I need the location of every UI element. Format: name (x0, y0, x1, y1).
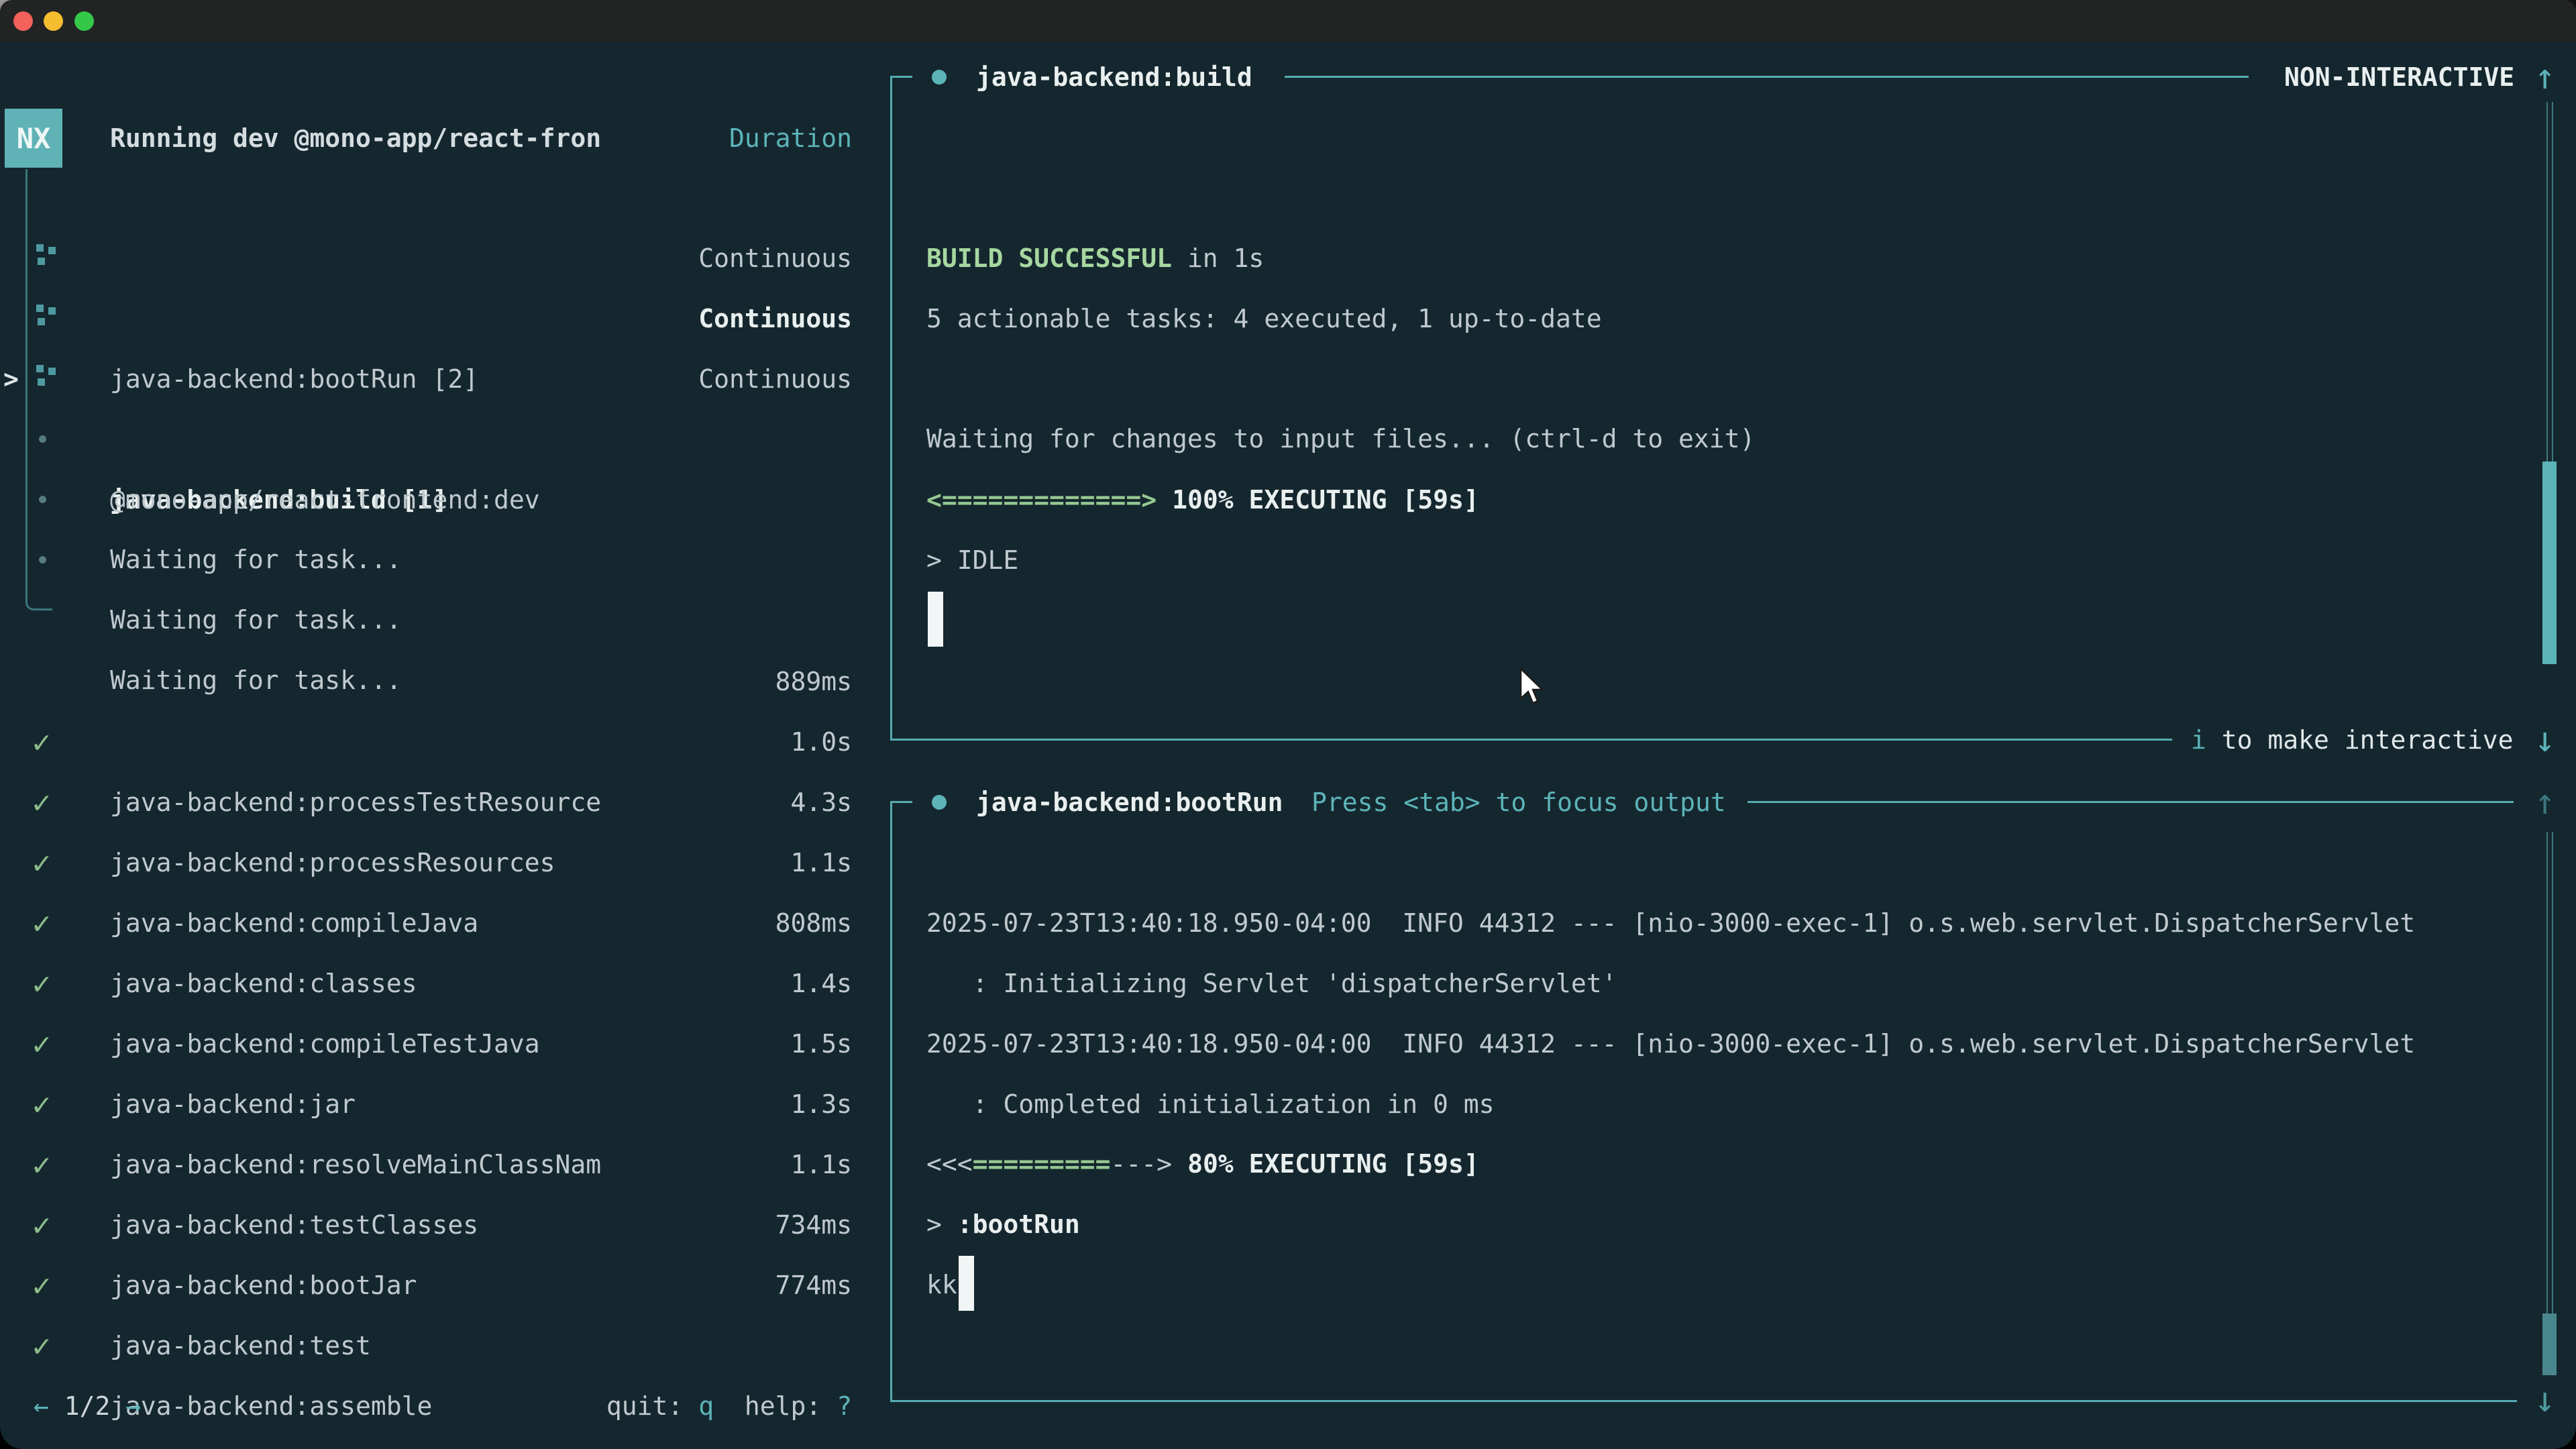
panel-border (890, 76, 912, 78)
pending-task-row: Waiting for task... (0, 409, 890, 469)
pending-task-row: Waiting for task... (0, 529, 890, 590)
task-duration: 774ms (0, 1255, 852, 1316)
task-duration: 1.1s (0, 1134, 852, 1195)
progress-bar: <=============> (926, 485, 1157, 515)
panel-title: java-backend:bootRun (976, 772, 1283, 833)
minimize-button[interactable] (44, 11, 63, 31)
task-duration: 1.3s (0, 1074, 852, 1134)
close-button[interactable] (13, 11, 33, 31)
task-duration: 1.4s (0, 953, 852, 1014)
terminal-cursor (928, 592, 943, 647)
focus-hint: Press <tab> to focus output (1311, 772, 1726, 833)
scrollbar-thumb[interactable] (2542, 1313, 2557, 1375)
terminal-input-text[interactable]: kk (926, 1254, 957, 1315)
bootrun-progress-line: <<<=========---> 80% EXECUTING [59s] (926, 1134, 1479, 1194)
task-duration: 734ms (0, 1195, 852, 1255)
panel-border (1748, 801, 2514, 803)
progress-status: 80% EXECUTING [59s] (1187, 1149, 1479, 1179)
prompt-task-text: :bootRun (957, 1210, 1080, 1239)
task-duration: 1.1s (0, 833, 852, 893)
progress-bar-prefix: <<< (926, 1149, 973, 1179)
panel-border (890, 801, 912, 803)
terminal-window: NX Running dev @mono-app/react-fron Dura… (0, 0, 2576, 1449)
task-duration: 4.3s (0, 772, 852, 833)
build-waiting-line: Waiting for changes to input files... (c… (926, 409, 1755, 469)
scrollbar-track[interactable] (2552, 102, 2553, 462)
scrollbar-track[interactable] (2552, 832, 2553, 1313)
titlebar (0, 0, 2576, 42)
build-tasks-line: 5 actionable tasks: 4 executed, 1 up-to-… (926, 288, 1602, 349)
quit-hint-key: q (698, 1391, 714, 1421)
log-line: 2025-07-23T13:40:18.950-04:00 INFO 44312… (926, 1014, 2415, 1074)
pending-task-label: Waiting for task... (110, 590, 402, 650)
pending-task-row: Waiting for task... (0, 469, 890, 529)
scroll-down-icon[interactable]: ↓ (2534, 710, 2555, 770)
task-duration: 1.5s (0, 1014, 852, 1074)
build-progress-line: <=============> 100% EXECUTING [59s] (926, 470, 1479, 530)
interactive-hint: i to make interactive (2191, 710, 2513, 770)
maximize-button[interactable] (74, 11, 94, 31)
progress-status: 100% EXECUTING [59s] (1172, 485, 1479, 515)
scrollbar-track[interactable] (2546, 102, 2548, 462)
bootrun-prompt-line: > :bootRun (926, 1194, 1080, 1254)
quit-hint-label: quit: (606, 1391, 698, 1421)
help-hint-key: ? (837, 1391, 852, 1421)
interactive-hint-key: i (2191, 725, 2206, 755)
interactive-hint-label (2206, 725, 2222, 755)
task-status: Continuous (0, 349, 852, 409)
help-hint-label: help: (714, 1391, 837, 1421)
panel-border (890, 739, 2172, 741)
task-status: Continuous (0, 288, 852, 349)
log-line: : Completed initialization in 0 ms (926, 1074, 1494, 1134)
duration-column-header: Duration (0, 108, 852, 168)
pending-dot-icon (39, 496, 46, 503)
terminal-cursor (959, 1256, 974, 1311)
panel-border (1285, 76, 2249, 78)
task-bullet-icon (932, 795, 947, 810)
scroll-up-icon[interactable]: ↑ (2534, 47, 2555, 107)
scrollbar-track[interactable] (2546, 832, 2548, 1313)
panel-border (890, 76, 892, 741)
interactive-hint-label: to make interactive (2222, 725, 2514, 755)
build-success-text: BUILD SUCCESSFUL (926, 244, 1172, 273)
log-line: : Initializing Servlet 'dispatcherServle… (926, 953, 1617, 1014)
pending-dot-icon (39, 435, 46, 443)
progress-bar-suffix: ---> (1111, 1149, 1173, 1179)
panel-border (890, 801, 892, 1402)
task-duration: 889ms (0, 651, 852, 712)
scroll-up-icon[interactable]: ↑ (2534, 772, 2555, 833)
check-icon: ✓ (32, 1316, 51, 1376)
panel-title: java-backend:build (976, 47, 1252, 107)
task-status: Continuous (0, 228, 852, 288)
mouse-cursor (1519, 667, 1549, 709)
build-idle-line: > IDLE (926, 530, 1018, 590)
build-result-line: BUILD SUCCESSFUL in 1s (926, 228, 1264, 288)
keyboard-hints: quit: q help: ? (0, 1376, 852, 1436)
progress-bar-fill: ========= (973, 1149, 1111, 1179)
prompt-chevron: > (926, 1210, 957, 1239)
scroll-down-icon[interactable]: ↓ (2534, 1370, 2555, 1430)
pending-dot-icon (39, 556, 46, 564)
task-bullet-icon (932, 70, 947, 85)
log-line: 2025-07-23T13:40:18.950-04:00 INFO 44312… (926, 893, 2415, 953)
task-duration: 1.0s (0, 712, 852, 772)
scrollbar-thumb[interactable] (2542, 462, 2557, 664)
panel-mode-badge: NON-INTERACTIVE (2284, 47, 2514, 107)
build-time-text: in 1s (1172, 244, 1264, 273)
task-duration: 808ms (0, 893, 852, 953)
task-name: java-backend:test (110, 1316, 371, 1376)
panel-border (890, 1400, 2517, 1402)
